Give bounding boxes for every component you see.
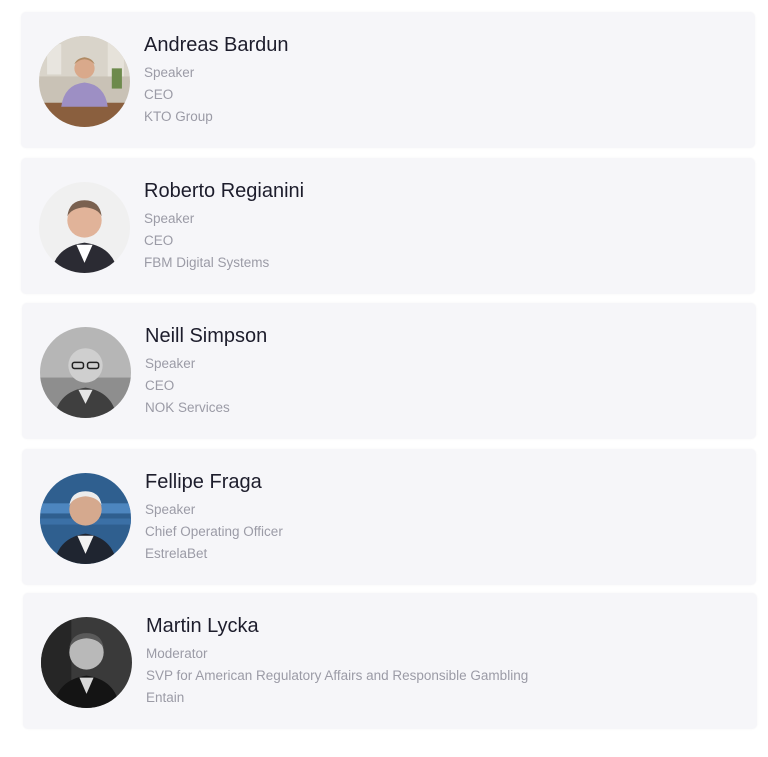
speaker-photo-roberto-regianini — [39, 182, 130, 273]
speaker-title: CEO — [145, 378, 175, 393]
speaker-card[interactable]: Andreas Bardun Speaker CEO KTO Group — [21, 12, 755, 148]
speaker-name: Martin Lycka — [146, 615, 259, 637]
speaker-card[interactable]: Martin Lycka Moderator SVP for American … — [23, 593, 757, 729]
speaker-company: NOK Services — [145, 400, 230, 415]
speaker-role: Moderator — [146, 646, 208, 661]
speaker-role: Speaker — [144, 65, 195, 80]
speaker-role: Speaker — [144, 211, 195, 226]
speaker-photo-martin-lycka — [41, 617, 132, 708]
speaker-name: Roberto Regianini — [144, 180, 305, 202]
speaker-role: Speaker — [145, 502, 196, 517]
speaker-company: FBM Digital Systems — [144, 255, 270, 270]
speaker-role: Speaker — [145, 356, 196, 371]
speaker-card[interactable]: Fellipe Fraga Speaker Chief Operating Of… — [22, 449, 756, 585]
speaker-name: Neill Simpson — [145, 325, 268, 347]
speaker-title: CEO — [144, 233, 174, 248]
speaker-title: CEO — [144, 87, 174, 102]
speaker-company: KTO Group — [144, 109, 213, 124]
speaker-title: SVP for American Regulatory Affairs and … — [146, 668, 529, 683]
speaker-photo-fellipe-fraga — [40, 473, 131, 564]
speaker-company: EstrelaBet — [145, 546, 208, 561]
speaker-company: Entain — [146, 690, 185, 705]
speaker-card[interactable]: Neill Simpson Speaker CEO NOK Services — [22, 303, 756, 439]
speaker-photo-andreas-bardun — [39, 36, 130, 127]
speaker-title: Chief Operating Officer — [145, 524, 283, 539]
speaker-name: Fellipe Fraga — [145, 471, 262, 493]
speaker-card[interactable]: Roberto Regianini Speaker CEO FBM Digita… — [21, 158, 755, 294]
speaker-name: Andreas Bardun — [144, 34, 289, 56]
speaker-photo-neill-simpson — [40, 327, 131, 418]
